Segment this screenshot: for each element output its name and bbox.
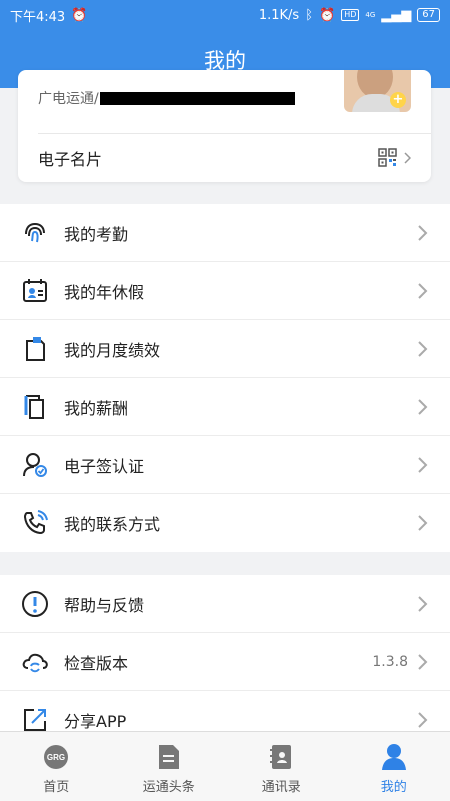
menu-item-check-version[interactable]: 检查版本 1.3.8 [0,633,450,691]
menu-label: 分享APP [64,708,418,732]
alarm-clock-icon: ⏰ [319,8,335,23]
status-bar: 下午4:43 ⏰ 1.1K/s ᛒ ⏰ HD 4G ▂▄▆ 67 [0,0,450,30]
menu-label: 我的考勤 [64,221,418,245]
tab-contacts[interactable]: 通讯录 [225,732,338,801]
bluetooth-icon: ᛒ [305,8,313,23]
menu-label: 电子签认证 [64,453,418,477]
cloud-sync-icon [21,648,49,676]
grg-logo-icon: GRG [42,743,70,771]
network-speed: 1.1K/s [259,8,299,23]
calendar-person-icon [21,277,49,305]
menu-label: 我的月度绩效 [64,337,418,361]
clipboard-document-icon [21,335,49,363]
tab-news[interactable]: 运通头条 [113,732,226,801]
tab-label: 首页 [43,776,69,795]
tab-label: 运通头条 [143,776,195,795]
network-type: 4G [365,11,375,19]
news-icon [155,743,183,771]
menu-item-help[interactable]: 帮助与反馈 [0,575,450,633]
tab-label: 通讯录 [262,776,301,795]
company-prefix: 广电运通/ [38,91,99,107]
battery-indicator: 67 [417,8,440,22]
salary-document-icon [21,393,49,421]
chevron-right-icon [418,225,428,241]
business-card-row[interactable]: 电子名片 [38,133,411,182]
menu-group-system: 帮助与反馈 检查版本 1.3.8 分享APP [0,575,450,749]
bottom-navigation: GRG 首页 运通头条 通讯录 我的 [0,731,450,801]
menu-item-contact[interactable]: 我的联系方式 [0,494,450,552]
business-card-label: 电子名片 [38,146,102,170]
chevron-right-icon [418,283,428,299]
menu-item-annual-leave[interactable]: 我的年休假 [0,262,450,320]
menu-label: 帮助与反馈 [64,592,418,616]
chevron-right-icon [418,712,428,728]
profile-card: 广电运通/ + 电子名片 [18,70,431,182]
certified-badge-icon: + [390,92,406,108]
phone-icon [21,509,49,537]
qr-code-icon [378,148,397,167]
chevron-right-icon [418,341,428,357]
chevron-right-icon [418,399,428,415]
chevron-right-icon [418,515,428,531]
menu-label: 我的薪酬 [64,395,418,419]
alarm-icon: ⏰ [71,8,87,23]
hd-badge: HD [341,9,359,21]
menu-label: 检查版本 [64,650,372,674]
version-number: 1.3.8 [372,654,408,670]
status-time: 下午4:43 [10,6,65,25]
menu-item-monthly-performance[interactable]: 我的月度绩效 [0,320,450,378]
svg-text:GRG: GRG [47,753,65,762]
chevron-right-icon [418,457,428,473]
help-icon [21,590,49,618]
tab-home[interactable]: GRG 首页 [0,732,113,801]
person-icon [380,743,408,771]
menu-group-personal: 我的考勤 我的年休假 我的月度绩效 我的薪酬 电子签认证 我的联系方式 [0,204,450,552]
chevron-right-icon [404,152,411,164]
share-icon [21,706,49,734]
fingerprint-icon [21,219,49,247]
redacted-info [100,92,295,105]
menu-item-esign[interactable]: 电子签认证 [0,436,450,494]
user-verified-icon [21,451,49,479]
signal-icon: ▂▄▆ [381,8,411,23]
avatar[interactable]: + [344,70,411,112]
tab-label: 我的 [381,776,407,795]
chevron-right-icon [418,596,428,612]
menu-item-salary[interactable]: 我的薪酬 [0,378,450,436]
tab-mine[interactable]: 我的 [338,732,450,801]
menu-item-attendance[interactable]: 我的考勤 [0,204,450,262]
menu-label: 我的联系方式 [64,511,418,535]
menu-label: 我的年休假 [64,279,418,303]
chevron-right-icon [418,654,428,670]
contacts-icon [267,743,295,771]
company-info: 广电运通/ [38,88,295,108]
